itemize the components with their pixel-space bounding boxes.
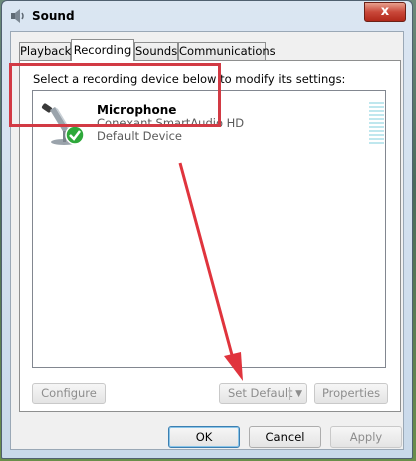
instruction-text: Select a recording device below to modif… [33,72,346,86]
microphone-icon [41,103,85,145]
cancel-button[interactable]: Cancel [249,426,321,448]
tab-playback[interactable]: Playback [19,42,71,60]
close-icon: x [380,4,390,19]
tab-sounds[interactable]: Sounds [134,42,178,60]
device-status: Default Device [97,129,183,143]
level-meter [369,102,384,146]
dropdown-arrow-icon[interactable]: ▼ [295,385,302,404]
window-title: Sound [32,9,75,23]
split-divider [289,387,290,400]
title-bar[interactable]: Sound x [2,1,412,31]
configure-button[interactable]: Configure [32,383,106,404]
apply-button[interactable]: Apply [330,426,402,448]
speaker-icon [11,9,24,23]
set-default-button[interactable]: Set Default ▼ [219,383,307,404]
tab-recording[interactable]: Recording [71,39,134,61]
close-button[interactable]: x [364,2,406,22]
dialog-content: Playback Recording Sounds Communications… [10,31,404,450]
sound-dialog: Sound x Playback Recording Sounds Commun… [1,0,413,459]
recording-panel: Select a recording device below to modif… [19,60,401,412]
device-name: Microphone [97,103,177,117]
device-description: Conexant SmartAudio HD [97,116,245,130]
properties-button[interactable]: Properties [314,383,388,404]
device-list[interactable]: Microphone Conexant SmartAudio HD Defaul… [32,90,386,368]
check-icon [65,125,85,145]
device-item-microphone[interactable]: Microphone Conexant SmartAudio HD Defaul… [39,95,384,155]
tab-communications[interactable]: Communications [178,42,276,60]
set-default-label: Set Default [228,386,293,400]
ok-button[interactable]: OK [168,426,240,448]
